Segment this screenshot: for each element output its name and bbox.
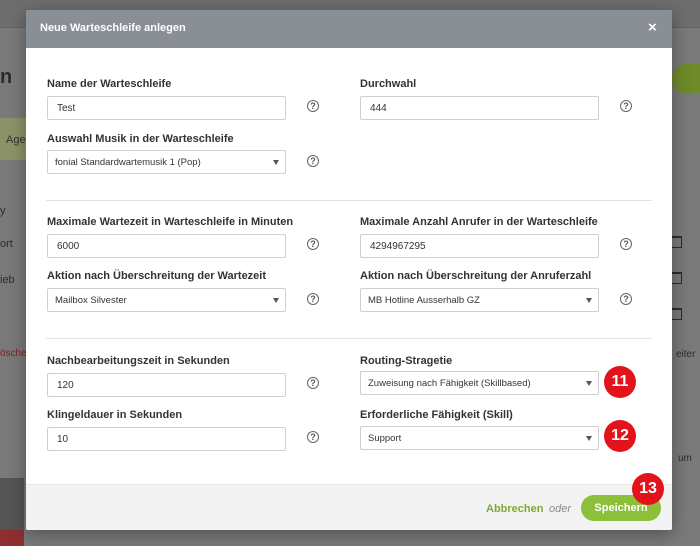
extension-input[interactable]: 444 (360, 96, 599, 120)
close-icon[interactable]: × (648, 19, 657, 36)
music-label: Auswahl Musik in der Warteschleife (47, 133, 234, 145)
queue-name-label: Name der Warteschleife (47, 78, 172, 90)
max-wait-label: Maximale Wartezeit in Warteschleife in M… (47, 216, 294, 228)
ring-duration-input[interactable]: 10 (47, 427, 286, 451)
help-icon[interactable]: ? (620, 100, 632, 112)
required-skill-value: Support (368, 433, 402, 444)
music-select[interactable]: fonial Standardwartemusik 1 (Pop) (47, 150, 286, 174)
wait-exceeded-action-select[interactable]: Mailbox Silvester (47, 288, 286, 312)
callers-exceeded-action-select[interactable]: MB Hotline Ausserhalb GZ (360, 288, 599, 312)
help-icon[interactable]: ? (620, 238, 632, 250)
help-icon[interactable]: ? (307, 238, 319, 250)
step-badge: 13 (632, 473, 664, 505)
background-right-text: um (678, 453, 692, 464)
background-list-item: ieb (0, 274, 15, 286)
chevron-down-icon (273, 298, 279, 303)
background-action-button (672, 64, 700, 94)
help-icon[interactable]: ? (307, 100, 319, 112)
create-queue-dialog: Neue Warteschleife anlegen × Name der Wa… (26, 10, 672, 530)
step-badge: 11 (604, 366, 636, 398)
help-icon[interactable]: ? (307, 377, 319, 389)
routing-strategy-label: Routing-Stragetie (360, 355, 453, 367)
chevron-down-icon (586, 436, 592, 441)
background-avatar-detail (0, 530, 24, 546)
max-callers-input[interactable]: 4294967295 (360, 234, 599, 258)
dialog-footer: Abbrechen oder Speichern (26, 484, 672, 530)
callers-exceeded-action-value: MB Hotline Ausserhalb GZ (368, 295, 480, 306)
music-select-value: fonial Standardwartemusik 1 (Pop) (55, 157, 201, 168)
step-badge: 12 (604, 420, 636, 452)
help-icon[interactable]: ? (307, 293, 319, 305)
max-callers-label: Maximale Anzahl Anrufer in der Warteschl… (360, 216, 598, 228)
max-wait-input[interactable]: 6000 (47, 234, 286, 258)
wrap-up-time-label: Nachbearbeitungszeit in Sekunden (47, 355, 230, 367)
help-icon[interactable]: ? (307, 155, 319, 167)
chevron-down-icon (586, 381, 592, 386)
queue-name-input[interactable]: Test (47, 96, 286, 120)
help-icon[interactable]: ? (620, 293, 632, 305)
wait-exceeded-action-label: Aktion nach Überschreitung der Wartezeit (47, 270, 267, 282)
ring-duration-label: Klingeldauer in Sekunden (47, 409, 183, 421)
or-separator: oder (549, 503, 572, 515)
help-icon[interactable]: ? (307, 431, 319, 443)
required-skill-select[interactable]: Support (360, 426, 599, 450)
routing-strategy-select[interactable]: Zuweisung nach Fähigkeit (Skillbased) (360, 371, 599, 395)
cancel-button[interactable]: Abbrechen (486, 503, 543, 515)
required-skill-label: Erforderliche Fähigkeit (Skill) (360, 409, 513, 421)
extension-label: Durchwahl (360, 78, 417, 90)
background-heading: n (0, 66, 13, 88)
section-divider (46, 338, 652, 339)
wrap-up-time-input[interactable]: 120 (47, 373, 286, 397)
dialog-header: Neue Warteschleife anlegen × (26, 10, 672, 48)
background-list-item: y (0, 205, 6, 217)
chevron-down-icon (273, 160, 279, 165)
background-right-text: eiter (676, 349, 696, 360)
wait-exceeded-action-value: Mailbox Silvester (55, 295, 127, 306)
routing-strategy-value: Zuweisung nach Fähigkeit (Skillbased) (368, 378, 531, 389)
dialog-title: Neue Warteschleife anlegen (40, 22, 186, 34)
section-divider (46, 200, 652, 201)
background-list-item: ort (0, 238, 13, 250)
callers-exceeded-action-label: Aktion nach Überschreitung der Anruferza… (360, 270, 592, 282)
background-band-text: Age (6, 134, 26, 146)
chevron-down-icon (586, 298, 592, 303)
